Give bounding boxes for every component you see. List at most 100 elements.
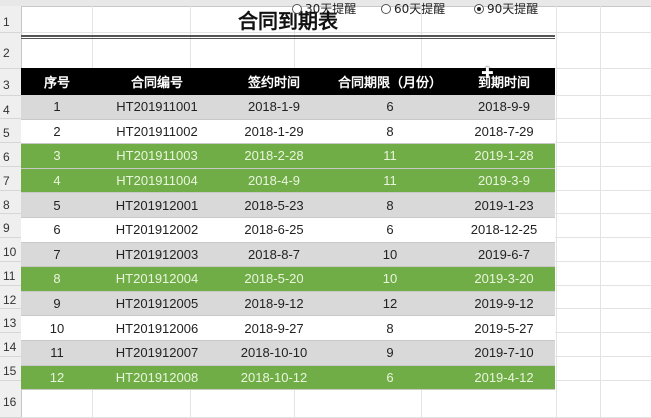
table-cell[interactable]: 6 <box>327 365 453 391</box>
title-underline <box>21 35 555 37</box>
row-number[interactable]: 14 <box>0 340 21 354</box>
radio-label: 30天提醒 <box>305 2 357 16</box>
column-header[interactable]: 序号 <box>21 68 93 95</box>
table-cell[interactable]: HT201912001 <box>93 192 221 218</box>
table-cell[interactable]: 2019-9-12 <box>453 291 555 317</box>
table-cell[interactable]: 2019-4-12 <box>453 365 555 391</box>
table-cell[interactable]: 2019-5-27 <box>453 315 555 341</box>
table-cell[interactable]: 2018-6-25 <box>221 217 327 243</box>
row-separator <box>0 356 21 357</box>
table-cell[interactable]: 2019-7-10 <box>453 340 555 366</box>
table-cell[interactable]: 8 <box>327 315 453 341</box>
table-cell[interactable]: 2018-2-28 <box>221 143 327 169</box>
table-cell[interactable]: HT201912006 <box>93 315 221 341</box>
table-cell[interactable]: HT201912008 <box>93 365 221 391</box>
table-cell[interactable]: 6 <box>327 217 453 243</box>
row-number[interactable]: 7 <box>0 174 21 188</box>
reminder-radio-2[interactable]: 60天提醒 <box>381 0 445 18</box>
column-header[interactable]: 合同编号 <box>93 68 221 95</box>
table-cell[interactable]: 10 <box>327 266 453 292</box>
table-cell[interactable]: 2019-3-9 <box>453 168 555 194</box>
table-cell[interactable]: 3 <box>21 143 93 169</box>
table-cell[interactable]: HT201912002 <box>93 217 221 243</box>
table-cell[interactable]: 2019-1-28 <box>453 143 555 169</box>
row-number[interactable]: 13 <box>0 316 21 330</box>
table-cell[interactable]: 2019-3-20 <box>453 266 555 292</box>
contract-table: 序号 合同编号 签约时间 合同期限（月份） 到期时间 1 HT201911001 2018-… <box>21 68 555 391</box>
table-cell[interactable]: 2019-6-7 <box>453 242 555 268</box>
row-number[interactable]: 12 <box>0 293 21 307</box>
table-cell[interactable]: 6 <box>327 95 453 120</box>
table-cell[interactable]: 4 <box>21 168 93 194</box>
table-cell[interactable]: HT201911002 <box>93 119 221 145</box>
table-cell[interactable]: 11 <box>327 143 453 169</box>
grid-line <box>600 6 601 417</box>
table-cell[interactable]: 10 <box>327 242 453 268</box>
table-cell[interactable]: HT201911001 <box>93 95 221 120</box>
table-cell[interactable]: 2018-5-23 <box>221 192 327 218</box>
row-number[interactable]: 16 <box>0 395 21 409</box>
table-cell[interactable]: 2018-9-12 <box>221 291 327 317</box>
table-cell[interactable]: HT201912007 <box>93 340 221 366</box>
table-cell[interactable]: 6 <box>21 217 93 243</box>
table-cell[interactable]: 10 <box>21 315 93 341</box>
table-cell[interactable]: HT201911004 <box>93 168 221 194</box>
column-header[interactable]: 签约时间 <box>221 68 327 95</box>
table-cell[interactable]: 2018-9-27 <box>221 315 327 341</box>
table-cell[interactable]: 9 <box>327 340 453 366</box>
table-cell[interactable]: 2018-5-20 <box>221 266 327 292</box>
table-cell[interactable]: 9 <box>21 291 93 317</box>
radio-label: 90天提醒 <box>487 2 539 16</box>
row-number[interactable]: 5 <box>0 126 21 140</box>
table-cell[interactable]: 7 <box>21 242 93 268</box>
row-number[interactable]: 6 <box>0 150 21 164</box>
row-number[interactable]: 4 <box>0 103 21 117</box>
table-cell[interactable]: 2018-12-25 <box>453 217 555 243</box>
spreadsheet: 1 2 3 4 5 6 7 8 9 10 11 12 13 14 15 16 合同到期表 30天提醒 60天提醒… <box>0 0 651 418</box>
table-cell[interactable]: 2018-8-7 <box>221 242 327 268</box>
table-cell[interactable]: 2018-1-29 <box>221 119 327 145</box>
reminder-radio-1[interactable]: 30天提醒 <box>292 0 356 18</box>
row-separator <box>0 190 21 191</box>
table-cell[interactable]: 11 <box>327 168 453 194</box>
radio-label: 60天提醒 <box>394 2 446 16</box>
table-cell[interactable]: 11 <box>21 340 93 366</box>
table-cell[interactable]: 8 <box>327 119 453 145</box>
table-cell[interactable]: 12 <box>327 291 453 317</box>
row-number[interactable]: 3 <box>0 78 21 92</box>
table-cell[interactable]: 1 <box>21 95 93 120</box>
table-cell[interactable]: HT201912003 <box>93 242 221 268</box>
table-cell[interactable]: 2018-1-9 <box>221 95 327 120</box>
reminder-radio-3[interactable]: 90天提醒 <box>474 0 538 18</box>
row-number[interactable]: 2 <box>0 46 21 60</box>
row-number[interactable]: 10 <box>0 245 21 259</box>
table-row: 12 HT201912008 2018-10-12 6 2019-4-12 <box>21 365 555 391</box>
table-cell[interactable]: 2018-9-9 <box>453 95 555 120</box>
table-cell[interactable]: HT201912004 <box>93 266 221 292</box>
table-cell[interactable]: 2018-7-29 <box>453 119 555 145</box>
table-header-row: 序号 合同编号 签约时间 合同期限（月份） 到期时间 <box>21 68 555 95</box>
row-number[interactable]: 8 <box>0 198 21 212</box>
table-cell[interactable]: 2 <box>21 119 93 145</box>
table-cell[interactable]: HT201912005 <box>93 291 221 317</box>
column-header[interactable]: 到期时间 <box>453 68 555 95</box>
row-header-bar[interactable]: 1 2 3 4 5 6 7 8 9 10 11 12 13 14 15 16 <box>0 6 22 418</box>
table-cell[interactable]: 5 <box>21 192 93 218</box>
row-separator <box>0 261 21 262</box>
radio-circle-icon[interactable] <box>292 4 302 14</box>
row-number[interactable]: 15 <box>0 364 21 378</box>
row-number[interactable]: 11 <box>0 269 21 283</box>
table-cell[interactable]: 2018-10-12 <box>221 365 327 391</box>
table-cell[interactable]: 2018-4-9 <box>221 168 327 194</box>
table-cell[interactable]: 12 <box>21 365 93 391</box>
table-cell[interactable]: 8 <box>21 266 93 292</box>
table-cell[interactable]: HT201911003 <box>93 143 221 169</box>
row-number[interactable]: 1 <box>0 15 21 29</box>
table-cell[interactable]: 8 <box>327 192 453 218</box>
radio-circle-icon[interactable] <box>474 4 484 14</box>
radio-circle-icon[interactable] <box>381 4 391 14</box>
table-cell[interactable]: 2018-10-10 <box>221 340 327 366</box>
table-cell[interactable]: 2019-1-23 <box>453 192 555 218</box>
column-header[interactable]: 合同期限（月份） <box>327 68 453 95</box>
row-number[interactable]: 9 <box>0 221 21 235</box>
